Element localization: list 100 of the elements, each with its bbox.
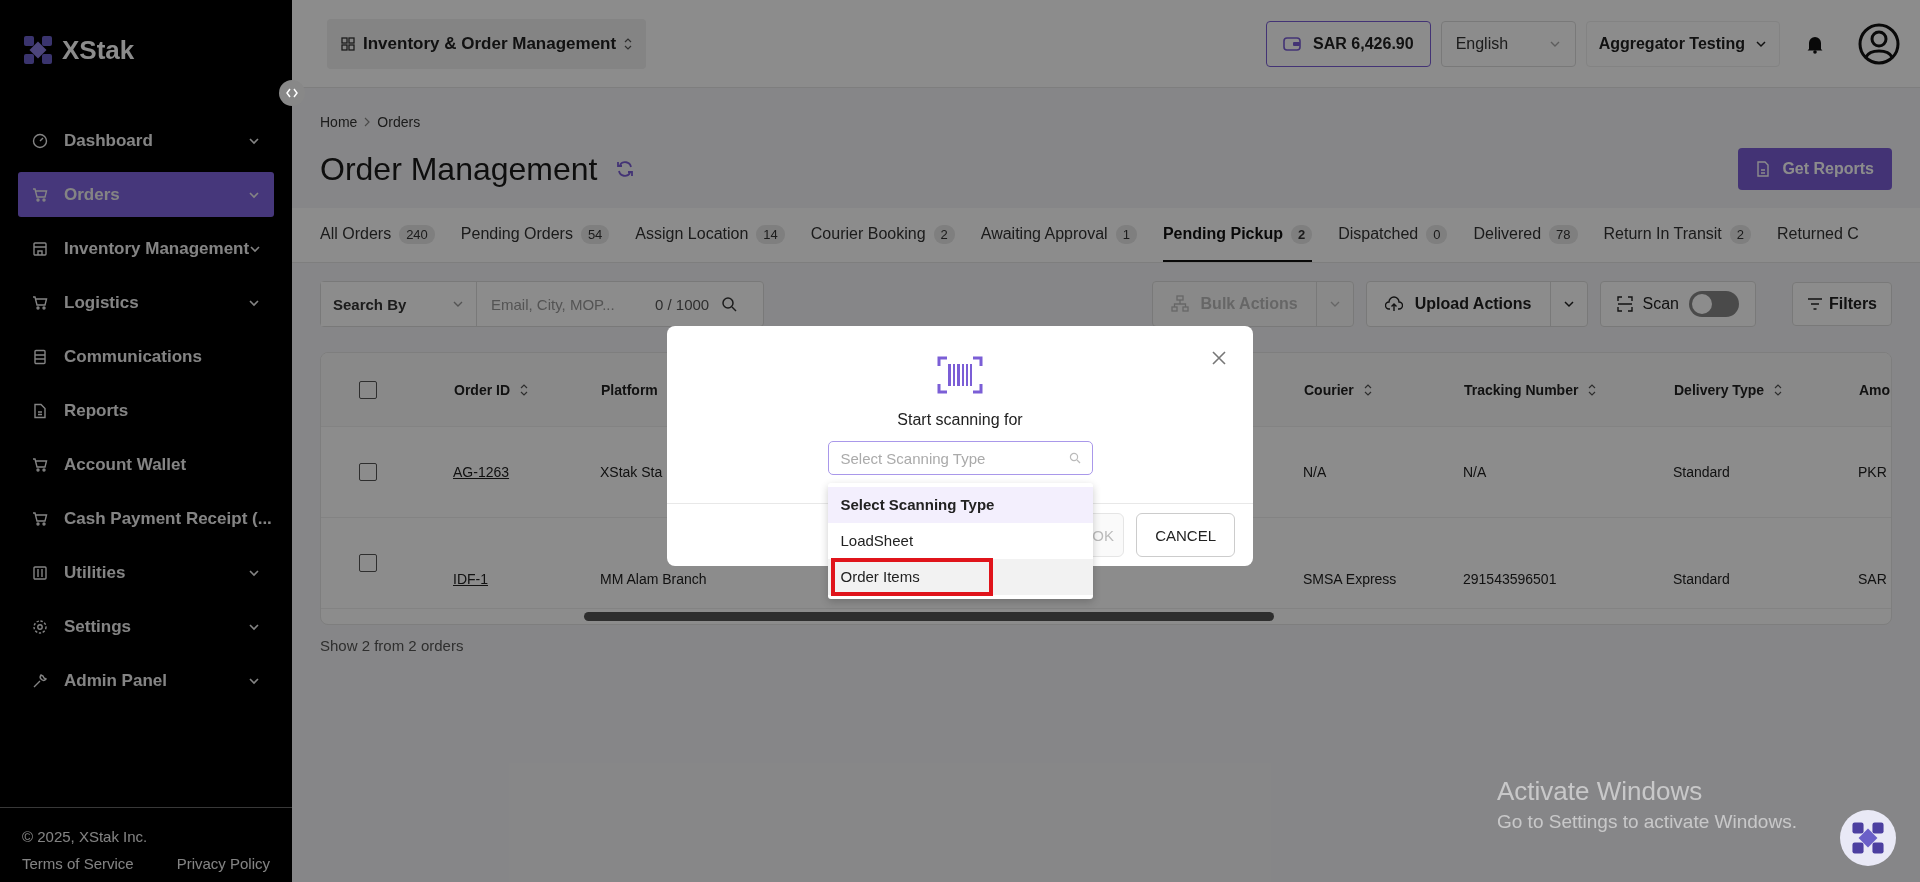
sort-icon[interactable]	[1774, 383, 1782, 396]
cart-icon	[32, 456, 48, 473]
sidebar-item[interactable]: Logistics	[18, 280, 274, 325]
cloud-upload-icon	[1384, 296, 1403, 312]
page-title: Order Management	[320, 150, 598, 188]
sort-icon[interactable]	[1588, 383, 1597, 396]
tab[interactable]: Dispatched 0	[1338, 208, 1448, 262]
gauge-icon	[32, 132, 48, 149]
chevron-down-icon	[248, 676, 260, 685]
chevron-down-icon	[248, 190, 260, 199]
wallet-button[interactable]: SAR 6,426.90	[1266, 20, 1431, 67]
count-badge: 240	[399, 224, 435, 244]
sidebar-item[interactable]: Utilities	[18, 550, 274, 595]
gear-icon	[32, 618, 48, 635]
character-counter: 0 / 1000	[655, 295, 710, 313]
search-by-select[interactable]: Search By	[321, 282, 477, 326]
tab[interactable]: Assign Location 14	[635, 208, 785, 262]
tab[interactable]: Pending Pickup 2	[1162, 208, 1313, 262]
footer-link[interactable]: Privacy Policy	[176, 855, 270, 872]
chevron-down-icon	[452, 300, 464, 308]
table-cell: MM Alam Branch	[600, 571, 707, 587]
app-switcher[interactable]: Inventory & Order Management	[327, 18, 647, 69]
cart-icon	[32, 186, 48, 203]
breadcrumb-link[interactable]: Home	[320, 114, 358, 130]
row-checkbox[interactable]	[359, 463, 377, 481]
column-header[interactable]: Platform	[601, 381, 658, 398]
table-cell: SAR	[1858, 571, 1887, 587]
list-icon	[32, 348, 48, 365]
sidebar-item[interactable]: Account Wallet	[18, 442, 274, 487]
table-cell: 291543596501	[1463, 571, 1557, 587]
select-all-checkbox[interactable]	[359, 380, 377, 399]
count-badge: 0	[1426, 224, 1448, 244]
account-menu[interactable]: Aggregator Testing	[1585, 20, 1780, 67]
column-header[interactable]: Order ID	[454, 381, 510, 398]
tab[interactable]: Returned C	[1777, 208, 1859, 262]
column-header[interactable]: Amo	[1859, 381, 1891, 398]
table-cell: PKR	[1858, 464, 1887, 480]
table-cell: Standard	[1673, 464, 1730, 480]
get-reports-button[interactable]: Get Reports	[1738, 148, 1892, 190]
store-icon	[32, 240, 48, 257]
chevron-down-icon	[1548, 39, 1561, 48]
cancel-button[interactable]: CANCEL	[1136, 513, 1235, 557]
count-badge: 2	[933, 224, 955, 244]
tab[interactable]: Pending Orders 54	[460, 208, 610, 262]
dropdown-option[interactable]: Select Scanning Type	[827, 487, 1093, 523]
order-link[interactable]: AG-1263	[453, 464, 510, 480]
scan-toggle[interactable]	[1689, 291, 1739, 317]
hierarchy-icon	[1170, 295, 1189, 313]
breadcrumb-separator-icon	[363, 117, 372, 127]
wallet-icon	[1283, 35, 1302, 52]
sidebar-item[interactable]: Admin Panel	[18, 658, 274, 703]
chevron-down-icon	[248, 298, 260, 307]
doc-icon	[32, 402, 48, 419]
chevron-down-icon	[249, 244, 262, 253]
footer-link[interactable]: Terms of Service	[22, 855, 134, 872]
barcode-icon	[937, 356, 983, 394]
code-brackets-icon	[286, 88, 298, 98]
column-header[interactable]: Courier	[1304, 381, 1354, 398]
sidebar-item[interactable]: Inventory Management	[18, 226, 274, 271]
scan-icon	[1616, 296, 1633, 312]
dropdown-option[interactable]: Order Items	[827, 559, 1093, 595]
sort-icon[interactable]	[1363, 383, 1372, 396]
tab[interactable]: Awaiting Approval 1	[980, 208, 1137, 262]
sliders-icon	[32, 564, 48, 581]
table-cell: N/A	[1463, 464, 1487, 480]
document-icon	[1756, 161, 1771, 177]
table-cell: Standard	[1673, 571, 1730, 587]
wrench-icon	[32, 672, 48, 689]
sidebar-item[interactable]: Reports	[18, 388, 274, 433]
filters-button[interactable]: Filters	[1792, 282, 1892, 326]
count-badge: 14	[756, 224, 785, 244]
upload-actions-button[interactable]: Upload Actions	[1365, 281, 1588, 327]
table-cell: N/A	[1303, 464, 1327, 480]
breadcrumb-link[interactable]: Orders	[377, 114, 421, 130]
sidebar-item[interactable]: Communications	[18, 334, 274, 379]
count-badge: 54	[580, 224, 610, 244]
sort-icon[interactable]	[520, 383, 528, 396]
sidebar-item[interactable]: Dashboard	[18, 118, 274, 163]
floating-logo-button[interactable]	[1840, 810, 1896, 866]
column-header[interactable]: Delivery Type	[1674, 381, 1764, 398]
activation-notice-text: Go to Settings to activate Windows.	[1497, 811, 1797, 833]
column-header[interactable]: Tracking Number	[1464, 381, 1579, 398]
dialog-prompt: Start scanning for	[897, 411, 1023, 429]
avatar-icon[interactable]	[1858, 22, 1900, 65]
tab[interactable]: Courier Booking 2	[810, 208, 955, 262]
count-badge: 2	[1290, 224, 1313, 244]
chevron-down-icon	[1755, 39, 1767, 48]
close-icon[interactable]	[1211, 350, 1227, 366]
copyright-text: © 2025, XStak Inc.	[22, 828, 149, 845]
scanning-type-select[interactable]: Select Scanning Type	[827, 441, 1093, 475]
row-checkbox[interactable]	[359, 554, 377, 572]
order-link[interactable]: IDF-1	[453, 571, 488, 587]
language-select[interactable]: English	[1440, 20, 1576, 67]
tab[interactable]: All Orders 240	[320, 208, 435, 262]
sidebar-item[interactable]: Cash Payment Receipt (...	[18, 496, 274, 541]
tab[interactable]: Return In Transit 2	[1603, 208, 1751, 262]
sort-icon	[624, 37, 633, 50]
refresh-icon[interactable]	[615, 159, 636, 179]
tab[interactable]: Delivered 78	[1473, 208, 1578, 262]
sidebar-item[interactable]: Settings	[18, 604, 274, 649]
